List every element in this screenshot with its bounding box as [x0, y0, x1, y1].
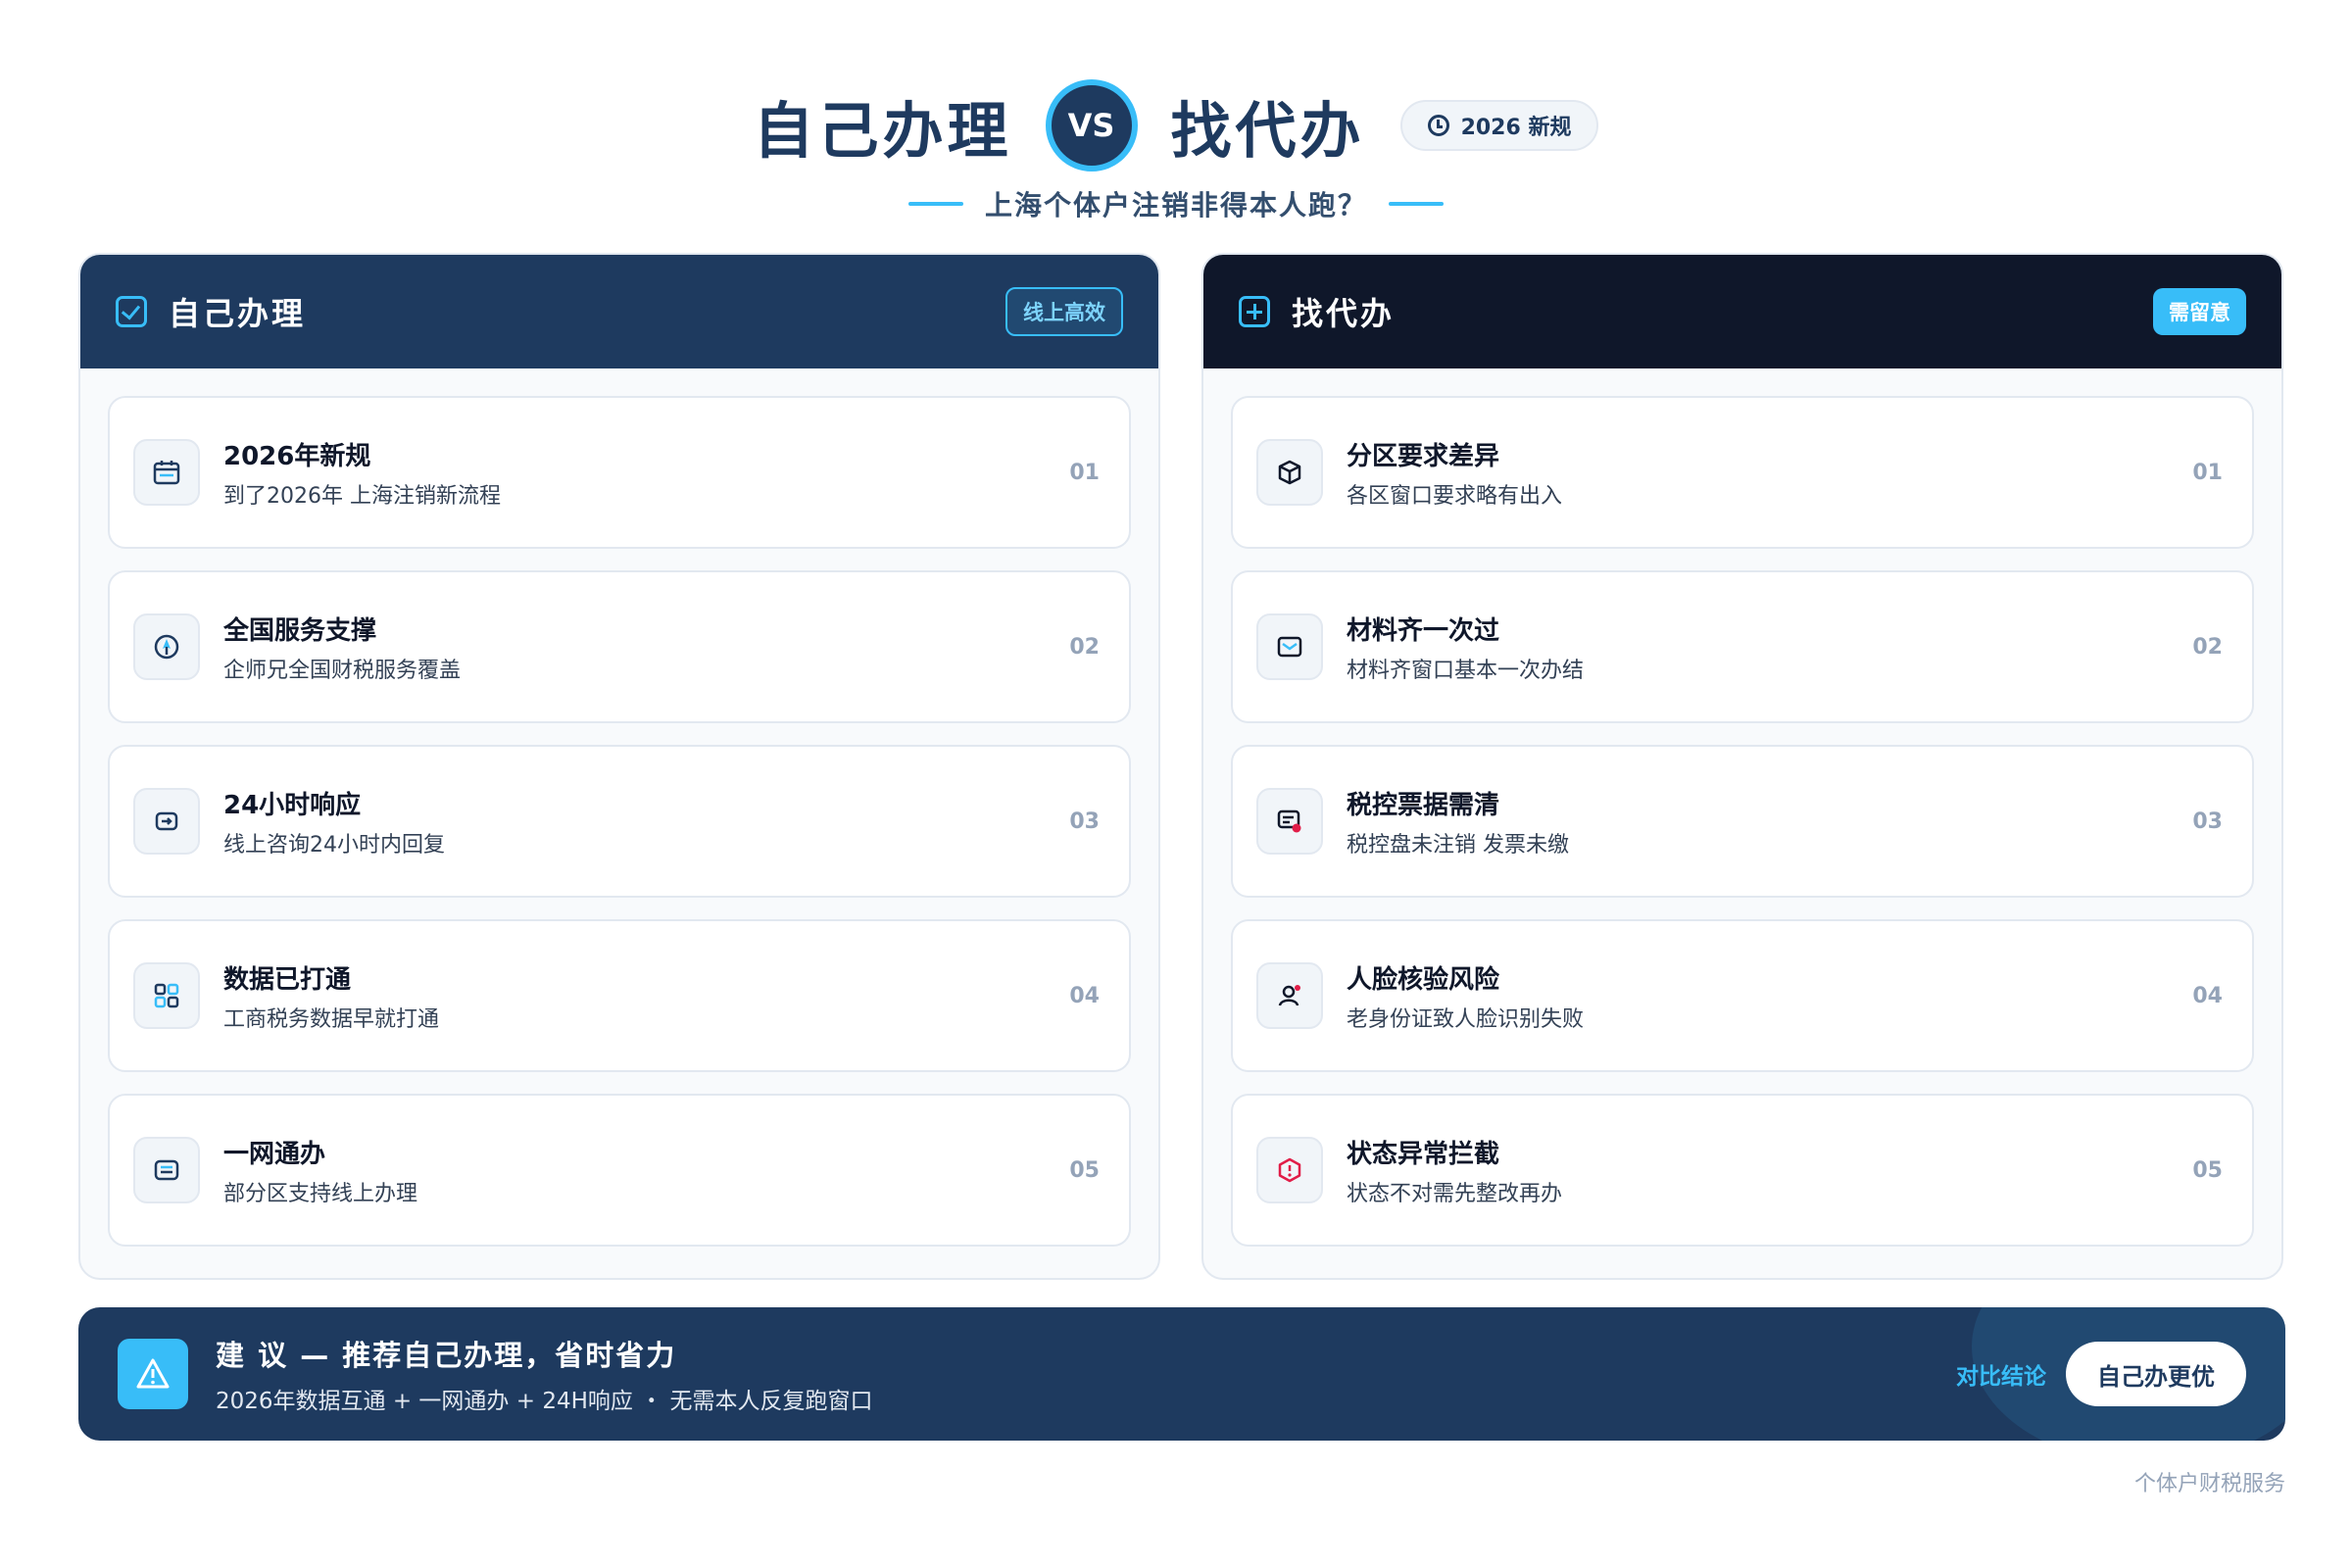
- list-item[interactable]: 数据已打通 工商税务数据早就打通 04: [108, 919, 1131, 1072]
- advice-title: 建 议 — 推荐自己办理，省时省力: [216, 1339, 677, 1372]
- card-number: 02: [1069, 634, 1100, 660]
- panel-tag: 需留意: [2153, 288, 2246, 335]
- list-item[interactable]: 24小时响应 线上咨询24小时内回复 03: [108, 745, 1131, 898]
- invoice-icon: [1256, 788, 1323, 855]
- conclusion-label: 对比结论: [1956, 1364, 2046, 1390]
- card-title: 状态异常拦截: [1347, 1139, 1500, 1169]
- card-number: 03: [1069, 808, 1100, 834]
- calendar-icon: [133, 439, 200, 506]
- warning-icon: [118, 1339, 188, 1409]
- card-number: 05: [1069, 1157, 1100, 1183]
- self-handle-panel-header: 自己办理 线上高效: [80, 255, 1158, 368]
- card-list: 分区要求差异 各区窗口要求略有出入 01 材料齐一次过 材料齐窗口基本一次办结 …: [1203, 368, 2281, 1247]
- card-title: 全国服务支撑: [223, 615, 377, 646]
- forward-icon: [133, 788, 200, 855]
- document-icon: [133, 1137, 200, 1203]
- list-item[interactable]: 状态异常拦截 状态不对需先整改再办 05: [1231, 1094, 2254, 1247]
- alert-icon: [1256, 1137, 1323, 1203]
- card-number: 01: [1069, 460, 1100, 485]
- card-title: 税控票据需清: [1347, 790, 1500, 820]
- card-number: 03: [2192, 808, 2223, 834]
- footer-brand: 个体户财税服务: [2133, 1472, 2285, 1496]
- self-handle-panel: 自己办理 线上高效 2026年新规 到了2026年 上海注销新流程 01 全国服…: [78, 253, 1160, 1280]
- plus-box-icon: [1239, 296, 1270, 327]
- year-pill: 2026 新规: [1399, 100, 1599, 151]
- card-title: 人脸核验风险: [1347, 964, 1500, 995]
- subtitle-line-right: [1389, 202, 1444, 206]
- list-item[interactable]: 材料齐一次过 材料齐窗口基本一次办结 02: [1231, 570, 2254, 723]
- card-title: 数据已打通: [223, 964, 352, 995]
- card-title: 一网通办: [223, 1139, 326, 1169]
- card-desc: 老身份证致人脸识别失败: [1347, 1006, 1585, 1032]
- card-number: 05: [2192, 1157, 2223, 1183]
- list-item[interactable]: 全国服务支撑 企师兄全国财税服务覆盖 02: [108, 570, 1131, 723]
- subtitle: 上海个体户注销非得本人跑？: [984, 189, 1367, 221]
- card-title: 24小时响应: [223, 790, 362, 820]
- mail-icon: [1256, 613, 1323, 680]
- card-desc: 部分区支持线上办理: [223, 1181, 418, 1206]
- year-pill-label: 2026 新规: [1460, 116, 1572, 140]
- card-desc: 税控盘未注销 发票未缴: [1347, 832, 1569, 858]
- list-item[interactable]: 分区要求差异 各区窗口要求略有出入 01: [1231, 396, 2254, 549]
- card-desc: 材料齐窗口基本一次办结: [1347, 658, 1585, 683]
- card-desc: 状态不对需先整改再办: [1347, 1181, 1563, 1206]
- panel-tag: 线上高效: [1005, 287, 1123, 336]
- card-desc: 到了2026年 上海注销新流程: [223, 483, 501, 509]
- card-desc: 各区窗口要求略有出入: [1347, 483, 1563, 509]
- card-title: 分区要求差异: [1347, 441, 1500, 471]
- agent-handle-panel-header: 找代办 需留意: [1203, 255, 2281, 368]
- grid-icon: [133, 962, 200, 1029]
- card-title: 材料齐一次过: [1347, 615, 1500, 646]
- card-number: 04: [2192, 983, 2223, 1008]
- panel-title: 自己办理: [169, 295, 307, 332]
- panel-title: 找代办: [1292, 295, 1396, 332]
- card-desc: 工商税务数据早就打通: [223, 1006, 440, 1032]
- left-heading: 自己办理: [753, 95, 1012, 167]
- card-number: 01: [2192, 460, 2223, 485]
- subtitle-line-left: [907, 202, 963, 206]
- compass-icon: [133, 613, 200, 680]
- list-item[interactable]: 人脸核验风险 老身份证致人脸识别失败 04: [1231, 919, 2254, 1072]
- right-heading: 找代办: [1170, 95, 1365, 167]
- card-desc: 企师兄全国财税服务覆盖: [223, 658, 462, 683]
- advice-description: 2026年数据互通 + 一网通办 + 24H响应 ・ 无需本人反复跑窗口: [216, 1389, 873, 1414]
- user-icon: [1256, 962, 1323, 1029]
- hero-header: 自己办理 VS 找代办 2026 新规: [0, 76, 2352, 174]
- clock-icon: [1427, 115, 1449, 136]
- card-number: 04: [1069, 983, 1100, 1008]
- box-icon: [1256, 439, 1323, 506]
- subtitle-row: 上海个体户注销非得本人跑？: [0, 182, 2352, 225]
- list-item[interactable]: 税控票据需清 税控盘未注销 发票未缴 03: [1231, 745, 2254, 898]
- card-list: 2026年新规 到了2026年 上海注销新流程 01 全国服务支撑 企师兄全国财…: [80, 368, 1158, 1247]
- conclusion-button[interactable]: 自己办更优: [2066, 1342, 2246, 1406]
- card-title: 2026年新规: [223, 441, 371, 471]
- list-item[interactable]: 一网通办 部分区支持线上办理 05: [108, 1094, 1131, 1247]
- vs-badge: VS: [1045, 79, 1138, 172]
- checkbox-icon: [116, 296, 147, 327]
- card-number: 02: [2192, 634, 2223, 660]
- card-desc: 线上咨询24小时内回复: [223, 832, 445, 858]
- list-item[interactable]: 2026年新规 到了2026年 上海注销新流程 01: [108, 396, 1131, 549]
- recommendation-bar: 建 议 — 推荐自己办理，省时省力 2026年数据互通 + 一网通办 + 24H…: [78, 1307, 2285, 1441]
- agent-handle-panel: 找代办 需留意 分区要求差异 各区窗口要求略有出入 01 材料齐一次过 材料齐窗…: [1201, 253, 2283, 1280]
